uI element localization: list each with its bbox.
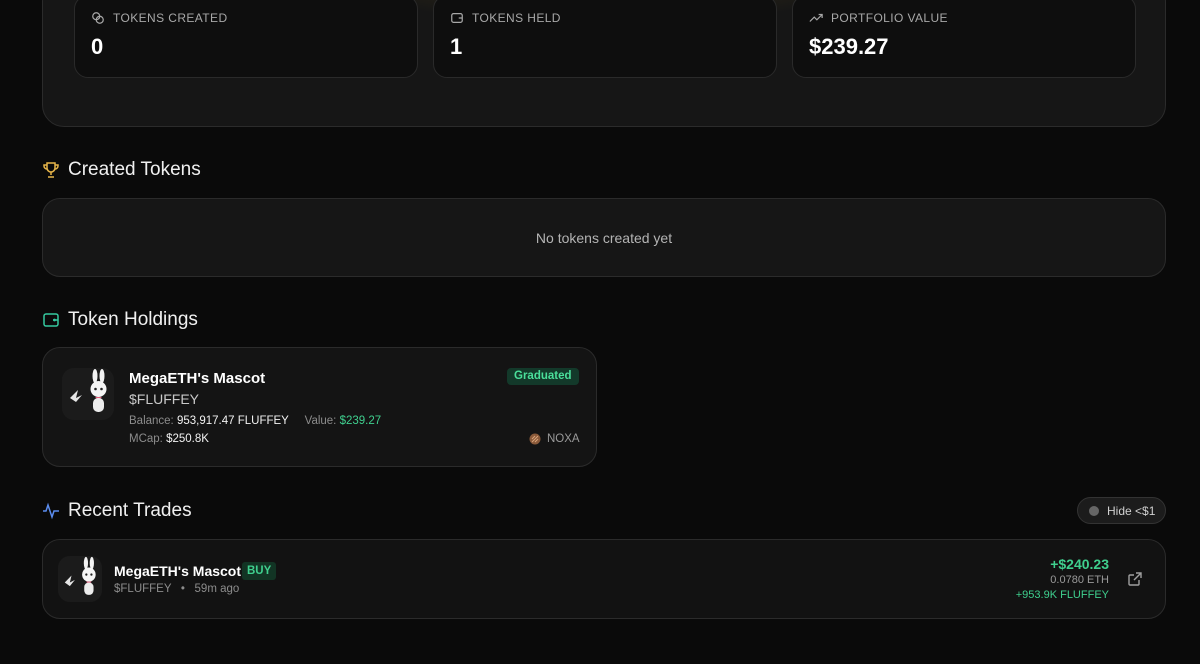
tokens-held-label: TOKENS HELD — [472, 11, 561, 25]
noxa-logo-icon — [529, 433, 541, 445]
portfolio-value-label: PORTFOLIO VALUE — [831, 11, 948, 25]
mascot-image — [62, 368, 114, 420]
trade-row[interactable]: MegaETH's Mascot BUY $FLUFFEY • 59m ago … — [42, 539, 1166, 619]
hide-toggle-label: Hide <$1 — [1107, 503, 1156, 518]
tokens-held-value: 1 — [450, 34, 463, 59]
empty-state-text: No tokens created yet — [535, 229, 673, 246]
value-label: Value: — [304, 415, 337, 427]
trade-token-avatar — [58, 556, 102, 602]
trade-subline: $FLUFFEY • 59m ago — [114, 583, 239, 595]
trade-token-name: MegaETH's Mascot — [114, 563, 242, 579]
portfolio-value-value: $239.27 — [809, 34, 889, 59]
recent-trades-title: Recent Trades — [68, 500, 192, 521]
wallet-icon — [43, 313, 59, 327]
mcap-value: $250.8K — [166, 433, 209, 445]
stat-label-tokens-held: TOKENS HELD — [450, 11, 561, 25]
created-tokens-empty-state: No tokens created yet — [42, 198, 1166, 277]
coins-icon — [92, 12, 104, 24]
status-badge: Graduated — [507, 368, 579, 385]
tokens-created-value: 0 — [91, 34, 104, 59]
created-tokens-heading: Created Tokens — [42, 159, 201, 181]
holding-value: $239.27 — [339, 415, 382, 427]
trade-eth-amount: 0.0780 ETH — [1050, 574, 1109, 586]
wallet-icon — [451, 13, 463, 23]
external-link-icon[interactable] — [1127, 571, 1143, 587]
created-tokens-title: Created Tokens — [68, 159, 201, 180]
toggle-dot — [1089, 505, 1099, 516]
trade-usd-amount: +$240.23 — [1050, 556, 1109, 572]
activity-icon — [43, 502, 59, 520]
trade-token-amount: +953.9K FLUFFEY — [1015, 589, 1109, 601]
token-avatar — [62, 368, 114, 420]
mcap-label: MCap: — [129, 433, 163, 445]
mascot-image — [58, 556, 102, 602]
balance-value: 953,917.47 FLUFFEY — [176, 415, 289, 427]
trade-separator: • — [180, 583, 185, 595]
trophy-icon — [43, 162, 59, 178]
holding-card[interactable]: MegaETH's Mascot $FLUFFEY Graduated Bala… — [42, 347, 597, 467]
stats-panel: TOKENS CREATED 0 TOKENS HELD 1 PORTFOLIO… — [42, 0, 1166, 127]
hide-small-trades-toggle[interactable]: Hide <$1 — [1077, 497, 1166, 524]
token-holdings-heading: Token Holdings — [42, 309, 198, 331]
recent-trades-heading: Recent Trades — [42, 500, 192, 522]
trade-side-badge: BUY — [242, 562, 277, 580]
platform-name: NOXA — [547, 433, 580, 445]
stat-card-portfolio-value: PORTFOLIO VALUE $239.27 — [792, 0, 1136, 78]
holding-mcap-row: MCap: $250.8K — [129, 433, 209, 445]
tokens-created-label: TOKENS CREATED — [113, 11, 228, 25]
holding-ticker: $FLUFFEY — [129, 391, 200, 407]
balance-label: Balance: — [129, 415, 174, 427]
trade-ticker: $FLUFFEY — [114, 583, 172, 595]
token-holdings-title: Token Holdings — [68, 309, 198, 330]
stat-card-tokens-held: TOKENS HELD 1 — [433, 0, 777, 78]
stat-label-tokens-created: TOKENS CREATED — [91, 11, 228, 25]
trade-time: 59m ago — [194, 583, 240, 595]
stat-label-portfolio-value: PORTFOLIO VALUE — [809, 11, 948, 25]
holding-name: MegaETH's Mascot — [129, 370, 266, 387]
trending-up-icon — [809, 13, 823, 22]
platform-tag: NOXA — [529, 433, 580, 445]
stat-card-tokens-created: TOKENS CREATED 0 — [74, 0, 418, 78]
holding-balance-row: Balance: 953,917.47 FLUFFEY Value: $239.… — [129, 415, 381, 427]
